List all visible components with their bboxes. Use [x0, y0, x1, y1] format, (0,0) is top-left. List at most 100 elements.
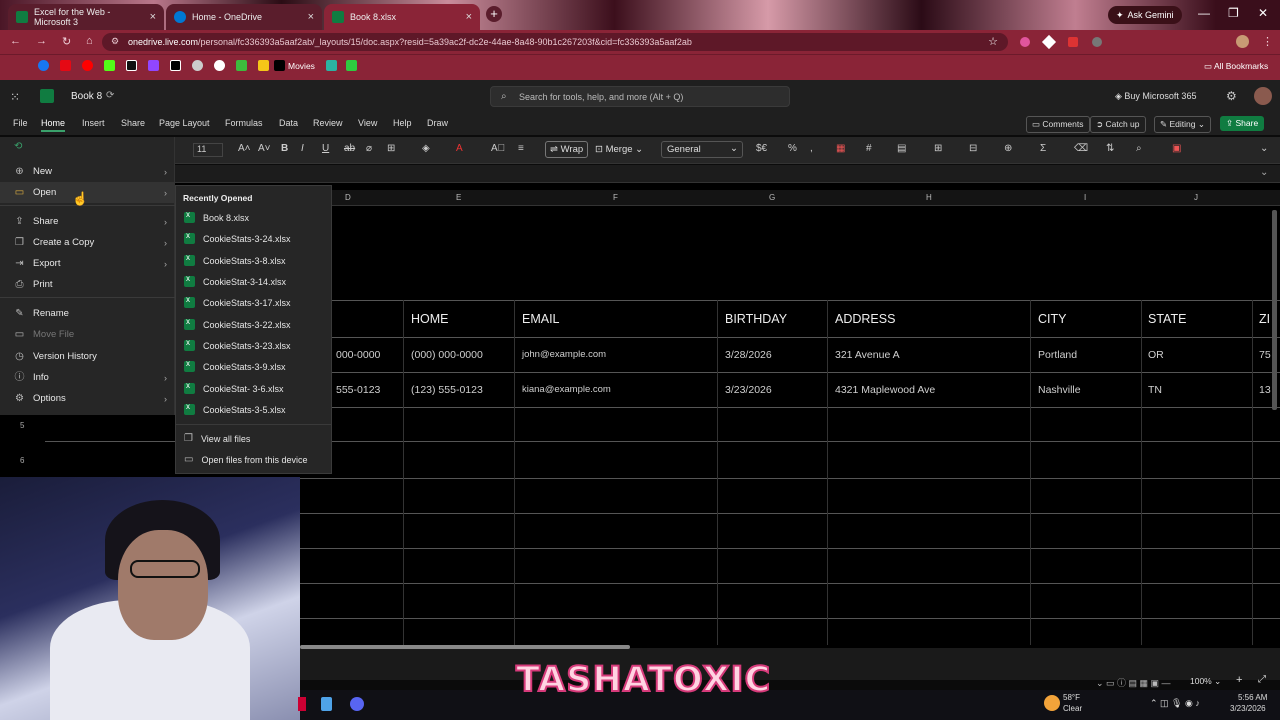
- formula-bar[interactable]: [0, 165, 1280, 183]
- column-header[interactable]: D: [345, 193, 351, 202]
- more-menu-icon[interactable]: ⋮: [1262, 35, 1273, 48]
- bookmark-icon[interactable]: [192, 60, 203, 71]
- column-header[interactable]: E: [456, 193, 461, 202]
- menu-review[interactable]: Review: [313, 118, 343, 128]
- recent-file-item[interactable]: CookieStats-3-23.xlsx: [176, 335, 331, 356]
- file-menu-export[interactable]: ⇥ Export ›: [0, 253, 175, 274]
- ribbon-collapse-icon[interactable]: ⌄: [1260, 143, 1268, 154]
- shrink-font-icon[interactable]: A˅: [258, 143, 271, 154]
- twitch-icon[interactable]: [148, 60, 159, 71]
- recent-file-item[interactable]: CookieStats-3-22.xlsx: [176, 314, 331, 335]
- browser-tab-excel-web[interactable]: Excel for the Web - Microsoft 3 ×: [8, 4, 164, 30]
- file-menu-rename[interactable]: ✎ Rename: [0, 303, 175, 324]
- expand-formula-icon[interactable]: ⌄: [1260, 167, 1268, 178]
- document-title[interactable]: Book 8: [71, 91, 102, 102]
- weather-temp[interactable]: 58°F: [1063, 693, 1080, 702]
- horizontal-scrollbar-thumb[interactable]: [300, 645, 630, 649]
- font-size-select[interactable]: 11: [193, 143, 223, 157]
- menu-help[interactable]: Help: [393, 118, 412, 128]
- table-cell[interactable]: 13: [1259, 384, 1271, 396]
- file-menu-print[interactable]: ⎙ Print: [0, 274, 175, 295]
- bookmark-star-icon[interactable]: ☆: [988, 35, 998, 48]
- clear-icon[interactable]: ⌫: [1074, 143, 1088, 154]
- bookmark-icon[interactable]: [236, 60, 247, 71]
- buy-m365-button[interactable]: ◈ Buy Microsoft 365: [1115, 91, 1196, 102]
- close-window-icon[interactable]: ✕: [1258, 6, 1268, 20]
- x-icon[interactable]: [170, 60, 181, 71]
- menu-share[interactable]: Share: [121, 118, 145, 128]
- recent-file-item[interactable]: CookieStat- 3-6.xlsx: [176, 378, 331, 399]
- recent-file-item[interactable]: CookieStats-3-17.xlsx: [176, 292, 331, 313]
- table-cell[interactable]: TN: [1148, 384, 1162, 396]
- taskbar-date[interactable]: 3/23/2026: [1230, 704, 1266, 713]
- reload-icon[interactable]: ↻: [62, 35, 71, 48]
- italic-icon[interactable]: I: [301, 143, 304, 154]
- table-cell[interactable]: kiana@example.com: [522, 384, 611, 395]
- forward-icon[interactable]: →: [36, 35, 47, 47]
- clear-format-icon[interactable]: ⌀: [366, 143, 372, 154]
- recent-file-item[interactable]: CookieStats-3-8.xlsx: [176, 250, 331, 271]
- weather-condition[interactable]: Clear: [1063, 704, 1082, 713]
- tray-icons[interactable]: ⌃ ◫ 🎙 ◉ ♪: [1150, 698, 1200, 709]
- grow-font-icon[interactable]: A˄: [238, 143, 251, 154]
- file-menu-share[interactable]: ⇪ Share ›: [0, 211, 175, 232]
- table-cell[interactable]: 4321 Maplewood Ave: [835, 384, 935, 396]
- menu-formulas[interactable]: Formulas: [225, 118, 263, 128]
- file-menu-version-history[interactable]: ◷ Version History: [0, 346, 175, 367]
- table-cell[interactable]: 3/23/2026: [725, 384, 772, 396]
- zoom-level[interactable]: 100% ⌄: [1190, 676, 1221, 687]
- editing-mode-button[interactable]: ✎ Editing ⌄: [1154, 116, 1211, 133]
- borders-icon[interactable]: ⊞: [387, 143, 395, 154]
- bookmark-icon[interactable]: [126, 60, 137, 71]
- wrap-text-button[interactable]: ⇌ Wrap: [545, 141, 589, 158]
- menu-file[interactable]: File: [13, 118, 28, 128]
- conditional-format-icon[interactable]: ▦: [836, 143, 845, 154]
- autosum-icon[interactable]: Σ: [1040, 143, 1046, 154]
- column-header[interactable]: F: [613, 193, 618, 202]
- back-arrow-icon[interactable]: ⟲: [14, 141, 22, 152]
- extension-icon[interactable]: [1092, 37, 1102, 47]
- row-number[interactable]: 6: [20, 456, 24, 465]
- youtube-icon[interactable]: [82, 60, 93, 71]
- discord-icon[interactable]: [350, 697, 364, 711]
- comma-icon[interactable]: ,: [810, 143, 813, 154]
- facebook-icon[interactable]: [38, 60, 49, 71]
- addins-icon[interactable]: ▣: [1172, 143, 1181, 154]
- file-menu-options[interactable]: ⚙ Options ›: [0, 388, 175, 409]
- catch-up-button[interactable]: ➲ Catch up: [1090, 116, 1146, 133]
- bookmark-icon[interactable]: [326, 60, 337, 71]
- find-icon[interactable]: ⌕: [1136, 143, 1142, 154]
- extension-icon[interactable]: [1020, 37, 1030, 47]
- menu-insert[interactable]: Insert: [82, 118, 105, 128]
- comments-button[interactable]: ▭ Comments: [1026, 116, 1090, 133]
- file-menu-info[interactable]: ⓘ Info ›: [0, 367, 175, 388]
- table-header-cell[interactable]: CITY: [1038, 312, 1066, 326]
- netflix-icon[interactable]: [60, 60, 71, 71]
- column-header[interactable]: J: [1194, 193, 1198, 202]
- app-launcher-icon[interactable]: ⁙: [10, 90, 20, 104]
- strikethrough-icon[interactable]: ab: [344, 143, 355, 154]
- file-menu-create-copy[interactable]: ❐ Create a Copy ›: [0, 232, 175, 253]
- column-header[interactable]: G: [769, 193, 775, 202]
- bookmark-icon[interactable]: [258, 60, 269, 71]
- table-cell[interactable]: 555-0123: [336, 384, 380, 396]
- table-cell[interactable]: 3/28/2026: [725, 349, 772, 361]
- site-info-icon[interactable]: ⚙: [111, 36, 119, 47]
- table-cell[interactable]: (123) 555-0123: [411, 384, 483, 396]
- search-box[interactable]: ⌕ Search for tools, help, and more (Alt …: [490, 86, 790, 107]
- recent-file-item[interactable]: Book 8.xlsx: [176, 207, 331, 228]
- menu-data[interactable]: Data: [279, 118, 298, 128]
- status-icons[interactable]: ⌄ ▭ ⓘ ▤ ▦ ▣ —: [1096, 676, 1171, 689]
- delete-cells-icon[interactable]: ⊟: [969, 143, 977, 154]
- notepad-icon[interactable]: [321, 697, 332, 711]
- maximize-icon[interactable]: ❐: [1228, 6, 1239, 20]
- text-effects-icon[interactable]: A⃝: [491, 143, 505, 154]
- settings-gear-icon[interactable]: ⚙: [1226, 89, 1237, 103]
- new-tab-button[interactable]: +: [486, 6, 502, 22]
- taskbar-app-icon[interactable]: [298, 697, 306, 711]
- table-cell[interactable]: 000-0000: [336, 349, 380, 361]
- ask-gemini-button[interactable]: ✦ Ask Gemini: [1108, 6, 1182, 24]
- fill-color-icon[interactable]: ◈: [422, 143, 430, 154]
- extension-icon[interactable]: [1068, 37, 1078, 47]
- column-header[interactable]: H: [926, 193, 932, 202]
